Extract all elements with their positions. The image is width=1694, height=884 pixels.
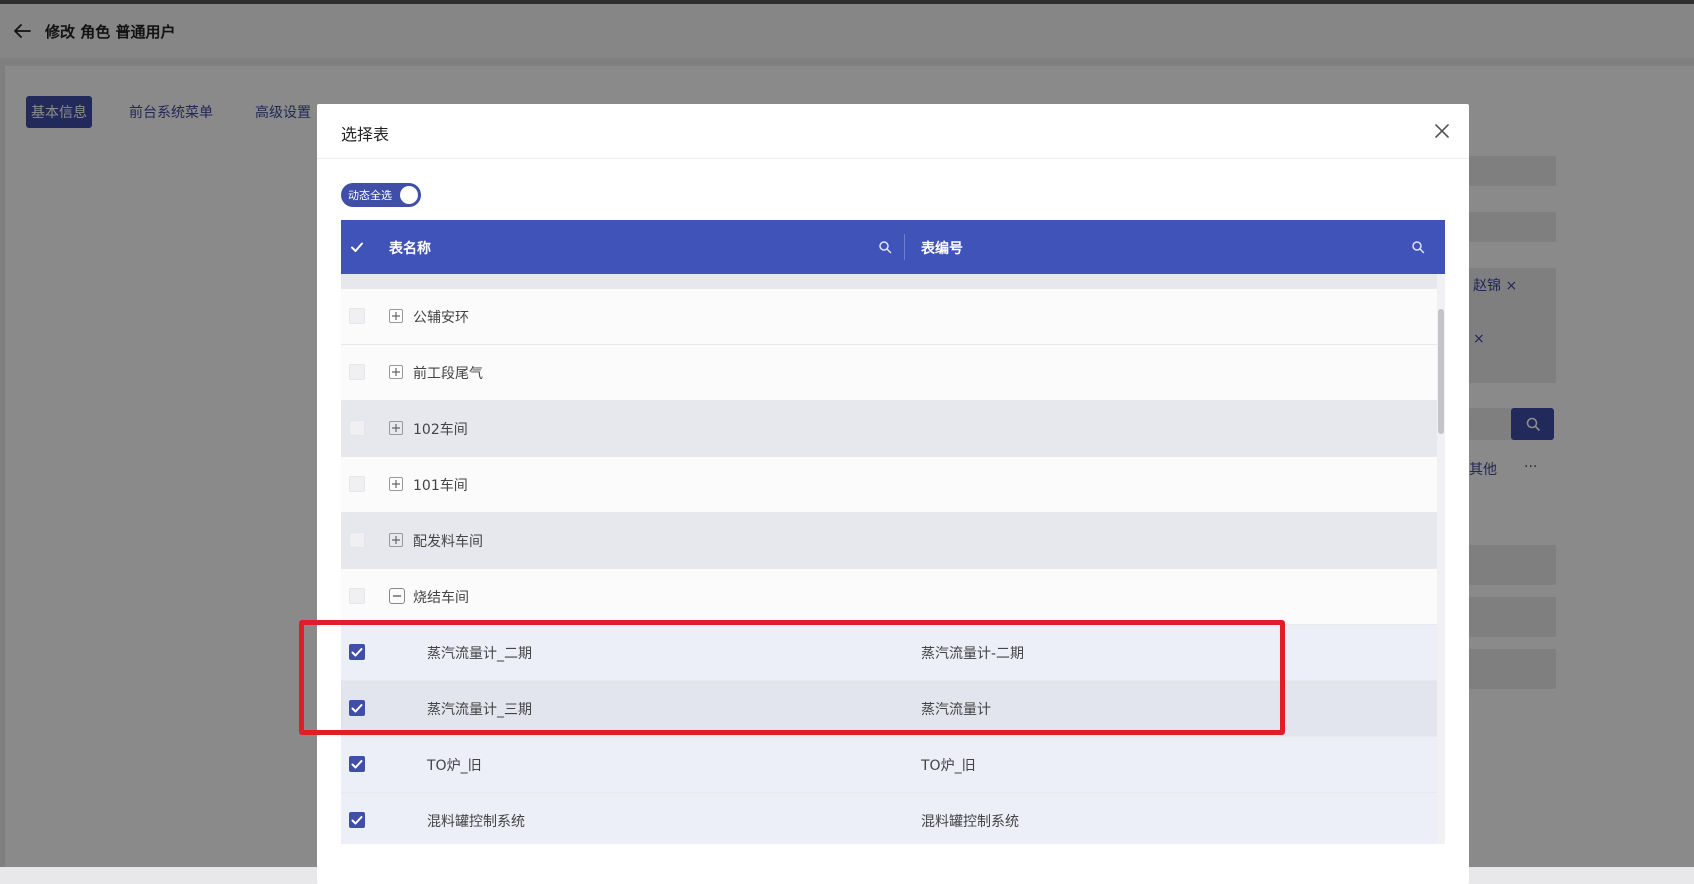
row-checkbox[interactable]: [349, 420, 365, 436]
table-row[interactable]: 公辅安环: [341, 289, 1437, 345]
group-name: 烧结车间: [413, 590, 469, 606]
column-header-code: 表编号: [921, 241, 963, 257]
row-checkbox-checked[interactable]: [349, 756, 365, 772]
dialog-title: 选择表: [341, 125, 390, 144]
row-checkbox-checked[interactable]: [349, 812, 365, 828]
table-row[interactable]: 102车间: [341, 401, 1437, 457]
select-all-check-icon[interactable]: [349, 239, 365, 255]
expand-plus-icon[interactable]: [389, 421, 403, 435]
toggle-knob: [400, 186, 418, 204]
select-table-dialog: 选择表 动态全选 表名称 表编号 公辅安环 前工段尾气 102车间 101车间 …: [317, 104, 1469, 884]
row-checkbox[interactable]: [349, 364, 365, 380]
table-row[interactable]: TO炉_旧 TO炉_旧: [341, 737, 1437, 793]
column-divider[interactable]: [904, 234, 905, 260]
table-code-cell: 混料罐控制系统: [921, 814, 1019, 830]
group-name: 102车间: [413, 422, 468, 438]
row-checkbox[interactable]: [349, 532, 365, 548]
row-checkbox[interactable]: [349, 476, 365, 492]
dialog-header: 选择表: [317, 104, 1469, 159]
column-search-icon[interactable]: [1411, 240, 1425, 254]
scrollbar-thumb[interactable]: [1438, 309, 1444, 434]
select-all-toggle[interactable]: 动态全选: [341, 183, 421, 207]
table-row: [341, 274, 1437, 289]
expand-plus-icon[interactable]: [389, 309, 403, 323]
highlight-annotation-box: [299, 620, 1285, 735]
column-header-name: 表名称: [389, 241, 431, 257]
table-row[interactable]: 烧结车间: [341, 569, 1437, 625]
expand-plus-icon[interactable]: [389, 365, 403, 379]
table-name-cell: TO炉_旧: [427, 758, 482, 774]
table-body: 公辅安环 前工段尾气 102车间 101车间 配发料车间 烧结车间 蒸汽流量计_…: [341, 274, 1437, 844]
group-name: 公辅安环: [413, 310, 469, 326]
expand-plus-icon[interactable]: [389, 477, 403, 491]
collapse-minus-icon[interactable]: [389, 588, 405, 604]
column-search-icon[interactable]: [878, 240, 892, 254]
row-checkbox[interactable]: [349, 588, 365, 604]
table-row[interactable]: 101车间: [341, 457, 1437, 513]
table-name-cell: 混料罐控制系统: [427, 814, 525, 830]
expand-plus-icon[interactable]: [389, 533, 403, 547]
table-code-cell: TO炉_旧: [921, 758, 976, 774]
group-name: 前工段尾气: [413, 366, 483, 382]
close-icon[interactable]: [1433, 122, 1451, 140]
table-row[interactable]: 前工段尾气: [341, 345, 1437, 401]
toggle-label: 动态全选: [348, 189, 392, 202]
table-header: 表名称 表编号: [341, 220, 1445, 274]
group-name: 配发料车间: [413, 534, 483, 550]
table-row[interactable]: 混料罐控制系统 混料罐控制系统: [341, 793, 1437, 844]
row-checkbox[interactable]: [349, 308, 365, 324]
table-row[interactable]: 配发料车间: [341, 513, 1437, 569]
group-name: 101车间: [413, 478, 468, 494]
